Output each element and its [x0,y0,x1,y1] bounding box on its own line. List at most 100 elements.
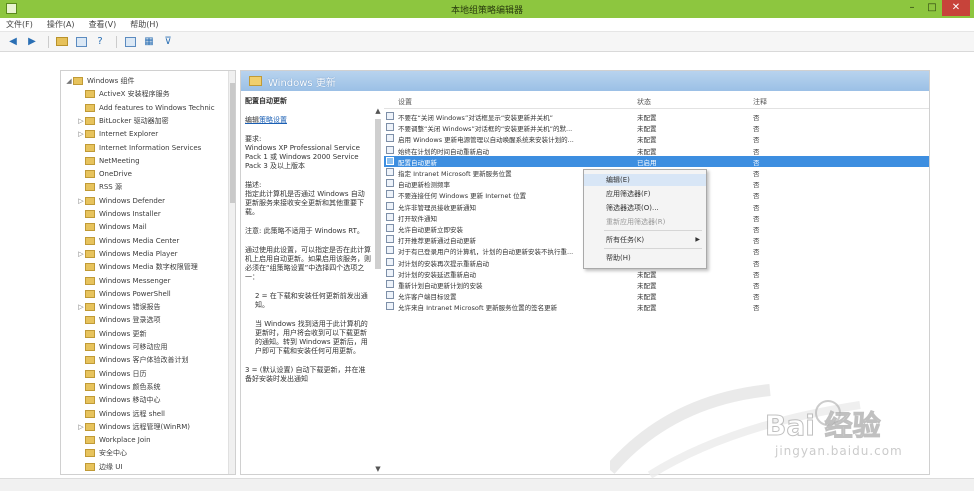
setting-name: 自动更新检测频率 [398,181,450,190]
tree-scroll-thumb[interactable] [230,83,235,203]
tree-item[interactable]: ▷ Windows 远程管理(WinRM) [77,421,190,433]
expand-arrow-icon[interactable]: ▷ [77,117,85,125]
option-2b-text: 当 Windows 找到适用于此计算机的更新时，用户将会收到可以下载更新的通知。… [255,320,368,355]
close-button[interactable]: ✕ [942,0,970,16]
column-header-state[interactable]: 状态 [637,97,651,107]
tree-item[interactable]: Windows 更新 [77,328,146,340]
tree-item[interactable]: ▷ Internet Explorer [77,128,158,140]
setting-comment: 否 [753,259,760,268]
tree-item[interactable]: Workplace Join [77,434,151,446]
table-row[interactable]: 不要在“关闭 Windows”对话框显示“安装更新并关机” 未配置 否 [384,111,929,122]
minimize-button[interactable]: – [902,0,922,16]
context-menu-item[interactable]: 重新应用筛选器(R) [584,216,706,228]
tree-item[interactable]: Windows 登录选项 [77,314,160,326]
context-menu-item[interactable]: 编辑(E) [584,174,706,186]
context-menu-item[interactable]: 所有任务(K) ▶ [584,234,706,246]
table-row[interactable]: 重新计划自动更新计划的安装 未配置 否 [384,279,929,290]
tree-item[interactable]: Windows 远程 shell [77,408,165,420]
context-menu-item[interactable]: 筛选器选项(O)... [584,202,706,214]
view-icon[interactable]: ▦ [141,35,157,49]
setting-comment: 否 [753,170,760,178]
tree-item-label: Windows Defender [99,196,166,205]
scroll-up-icon[interactable]: ▲ [374,107,382,115]
description-scrollbar[interactable]: ▲ ▼ [374,107,382,474]
tree-item-label: Internet Information Services [99,143,202,152]
expand-arrow-icon[interactable]: ▷ [77,130,85,138]
table-row[interactable]: 允许来自 Intranet Microsoft 更新服务位置的签名更新 未配置 否 [384,301,929,312]
policy-tree[interactable]: ◢ Windows 组件 ActiveX 安装程序服务 Add features to… [60,70,236,475]
folder-icon [249,76,262,86]
folder-icon [85,316,95,325]
tree-item[interactable]: 边缘 UI [77,461,122,473]
tree-item[interactable]: ▷ BitLocker 驱动器加密 [77,115,169,127]
tree-item[interactable]: Windows PowerShell [77,288,171,300]
edit-policy-link-text[interactable]: 策略设置 [259,116,287,124]
filter-icon[interactable]: ⊽ [160,35,176,49]
tree-item[interactable]: ActiveX 安装程序服务 [77,88,170,100]
menu-file[interactable]: 文件(F) [6,19,33,30]
tree-item[interactable]: Windows 颜色系统 [77,381,160,393]
tree-item[interactable]: ▷ Windows Media Player [77,248,178,260]
table-row[interactable]: 不要调整“关闭 Windows”对话框的“安装更新并关机”的默... 未配置 否 [384,122,929,133]
expand-arrow-icon[interactable]: ▷ [77,303,85,311]
expand-arrow-icon[interactable]: ▷ [77,423,85,431]
menu-view[interactable]: 查看(V) [89,19,117,30]
back-arrow-icon[interactable]: ◀ [5,35,21,49]
table-header: 设置 状态 注释 [384,93,929,109]
context-menu-item[interactable]: 帮助(H) [584,252,706,264]
tree-item[interactable]: Windows Media 数字权限管理 [77,261,198,273]
table-row[interactable]: 启用 Windows 更新电源管理以自动唤醒系统来安装计划的... 未配置 否 [384,133,929,144]
tree-item[interactable]: Windows 客户体验改善计划 [77,354,188,366]
expand-arrow-icon[interactable]: ◢ [65,77,73,85]
scroll-down-icon[interactable]: ▼ [374,465,382,473]
tree-item[interactable]: Windows Messenger [77,275,170,287]
setting-name: 启用 Windows 更新电源管理以自动唤醒系统来安装计划的... [398,136,574,145]
table-row[interactable]: 始终在计划的时间自动重新启动 未配置 否 [384,145,929,156]
help-icon[interactable]: ? [92,35,108,49]
properties-icon[interactable] [122,35,138,49]
tree-item-label: Windows PowerShell [99,289,171,298]
tree-item-label: Windows 更新 [99,329,147,338]
tree-item[interactable]: Windows Mail [77,221,147,233]
expand-arrow-icon[interactable]: ▷ [77,197,85,205]
maximize-button[interactable]: □ [922,0,942,16]
table-row[interactable]: 对计划的安装延迟重新启动 未配置 否 [384,268,929,279]
menu-action[interactable]: 操作(A) [47,19,75,30]
tree-item[interactable]: Windows 移动中心 [77,394,160,406]
tree-item[interactable]: Windows 日历 [77,368,146,380]
watermark-brand: Bai 经验 [765,409,882,443]
folder-icon[interactable] [54,35,70,49]
folder-icon [85,329,95,338]
scroll-thumb[interactable] [375,119,381,269]
context-menu-label: 筛选器选项(O)... [606,204,659,212]
list-icon[interactable] [73,35,89,49]
table-row[interactable]: 允许客户端目标设置 未配置 否 [384,290,929,301]
tree-item[interactable]: OneDrive [77,168,132,180]
tree-item[interactable]: Windows Installer [77,208,161,220]
tree-item[interactable]: Internet Information Services [77,142,201,154]
tree-item[interactable]: NetMeeting [77,155,140,167]
expand-arrow-icon[interactable]: ▷ [77,250,85,258]
setting-comment: 否 [753,192,760,201]
tree-item[interactable]: Add features to Windows Technic [77,102,215,114]
tree-item[interactable]: ◢ Windows 组件 [65,75,134,87]
tree-item-label: 安全中心 [99,449,127,458]
tree-item[interactable]: RSS 源 [77,181,122,193]
tree-item[interactable]: Windows Media Center [77,235,179,247]
tree-item-label: Windows 可移动应用 [99,343,168,351]
menu-help[interactable]: 帮助(H) [130,19,158,30]
table-row[interactable]: 配置自动更新 已启用 否 [384,155,929,167]
edit-policy-link[interactable]: 编辑策略设置 [245,116,371,125]
forward-arrow-icon[interactable]: ▶ [24,35,40,49]
tree-item[interactable]: 安全中心 [77,447,127,459]
tree-scrollbar[interactable] [228,71,235,474]
tree-item[interactable]: ▷ Windows Defender [77,195,165,207]
setting-name: 允许自动更新立即安装 [398,226,463,234]
column-header-comment[interactable]: 注释 [753,97,767,107]
context-menu-item[interactable]: 应用筛选器(F) [584,188,706,200]
tree-item[interactable]: Windows 可移动应用 [77,341,167,353]
tree-item[interactable]: ▷ Windows 错误报告 [77,301,160,313]
context-menu-separator [604,248,702,249]
column-header-setting[interactable]: 设置 [398,97,412,107]
tree-item-label: OneDrive [99,170,132,179]
